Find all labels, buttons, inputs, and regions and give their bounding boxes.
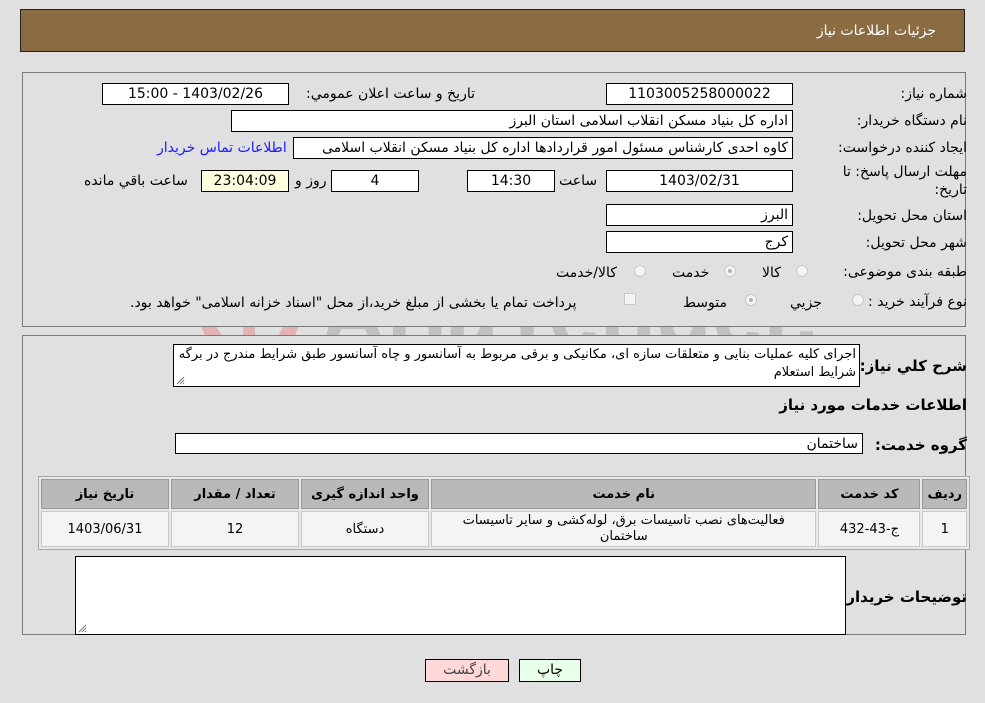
cell-quantity: 12 xyxy=(171,511,299,547)
need-number-field: 1103005258000022 xyxy=(606,83,793,105)
category-option-goods-service: کالا/خدمت xyxy=(556,265,617,281)
page-header: جزئیات اطلاعات نیاز xyxy=(20,9,965,52)
description-textarea[interactable]: اجرای کلیه عملیات بنایی و متعلقات سازه ا… xyxy=(173,344,860,387)
col-service-name: نام خدمت xyxy=(431,479,817,509)
cell-unit: دستگاه xyxy=(301,511,429,547)
deadline-date-field: 1403/02/31 xyxy=(606,170,793,192)
province-label: استان محل تحويل: xyxy=(857,208,967,224)
deadline-time-label: ساعت xyxy=(559,173,598,189)
resize-grip-icon[interactable] xyxy=(78,624,87,633)
announce-datetime-label: تاريخ و ساعت اعلان عمومي: xyxy=(306,86,475,102)
service-group-label: گروه خدمت: xyxy=(874,436,967,454)
category-radio-service[interactable] xyxy=(724,265,736,277)
buyer-org-field: اداره کل بنیاد مسکن انقلاب اسلامی استان … xyxy=(231,110,793,132)
time-remaining-label: ساعت باقي مانده xyxy=(84,173,188,189)
treasury-note: پرداخت تمام يا بخشی از مبلغ خريد،از محل … xyxy=(130,295,577,311)
city-label: شهر محل تحويل: xyxy=(865,235,967,251)
buyer-contact-link[interactable]: اطلاعات تماس خريدار xyxy=(157,140,287,156)
announce-datetime-field: 1403/02/26 - 15:00 xyxy=(102,83,289,105)
page-title: جزئیات اطلاعات نیاز xyxy=(816,23,936,39)
print-button[interactable]: چاپ xyxy=(519,659,581,682)
col-unit: واحد اندازه گيری xyxy=(301,479,429,509)
services-table: رديف کد خدمت نام خدمت واحد اندازه گيری ت… xyxy=(39,477,969,549)
purchase-type-label: نوع فرآیند خرید : xyxy=(868,294,967,310)
need-number-label: شماره نیاز: xyxy=(900,86,968,102)
back-button[interactable]: بازگشت xyxy=(425,659,509,682)
description-text: اجرای کلیه عملیات بنایی و متعلقات سازه ا… xyxy=(178,347,856,380)
cell-service-code: ج-43-432 xyxy=(818,511,921,547)
service-group-field: ساختمان xyxy=(175,433,863,454)
col-row-number: رديف xyxy=(922,479,967,509)
deadline-label: مهلت ارسال پاسخ: تا xyxy=(842,164,967,180)
category-label: طبقه بندی موضوعی: xyxy=(843,264,967,280)
category-radio-goods-service[interactable] xyxy=(634,265,646,277)
time-remaining-field: 23:04:09 xyxy=(201,170,289,192)
category-radio-goods[interactable] xyxy=(796,265,808,277)
services-table-wrapper: رديف کد خدمت نام خدمت واحد اندازه گيری ت… xyxy=(38,476,970,550)
requester-label: ايجاد کننده درخواست: xyxy=(838,140,967,156)
days-remaining-field: 4 xyxy=(331,170,419,192)
table-row: 1 ج-43-432 فعالیت‌های نصب تاسیسات برق، ل… xyxy=(41,511,967,547)
buyer-notes-textarea[interactable] xyxy=(75,556,846,635)
cell-need-date: 1403/06/31 xyxy=(41,511,169,547)
treasury-checkbox[interactable] xyxy=(624,293,636,305)
category-option-goods: کالا xyxy=(762,265,781,281)
services-section-title: اطلاعات خدمات مورد نياز xyxy=(779,396,967,414)
table-header-row: رديف کد خدمت نام خدمت واحد اندازه گيری ت… xyxy=(41,479,967,509)
requester-field: کاوه احدی کارشناس مسئول امور قراردادها ا… xyxy=(293,137,793,159)
purchase-type-radio-minor[interactable] xyxy=(852,294,864,306)
purchase-type-radio-medium[interactable] xyxy=(745,294,757,306)
description-label: شرح کلي نياز: xyxy=(859,357,967,375)
col-service-code: کد خدمت xyxy=(818,479,921,509)
deadline-time-field: 14:30 xyxy=(467,170,555,192)
col-quantity: تعداد / مقدار xyxy=(171,479,299,509)
cell-service-name: فعالیت‌های نصب تاسیسات برق، لوله‌کشی و س… xyxy=(431,511,817,547)
days-label: روز و xyxy=(295,173,327,189)
resize-grip-icon[interactable] xyxy=(176,376,185,385)
buyer-notes-label: توضيحات خريدار: xyxy=(840,588,967,606)
cell-row-number: 1 xyxy=(922,511,967,547)
category-option-service: خدمت xyxy=(672,265,710,281)
deadline-label-line2: تاريخ: xyxy=(934,182,967,198)
purchase-type-option-minor: جزيي xyxy=(790,295,822,311)
province-field: البرز xyxy=(606,204,793,226)
col-need-date: تاريخ نياز xyxy=(41,479,169,509)
purchase-type-option-medium: متوسط xyxy=(683,295,727,311)
buyer-org-label: نام دستگاه خريدار: xyxy=(856,113,967,129)
city-field: کرج xyxy=(606,231,793,253)
